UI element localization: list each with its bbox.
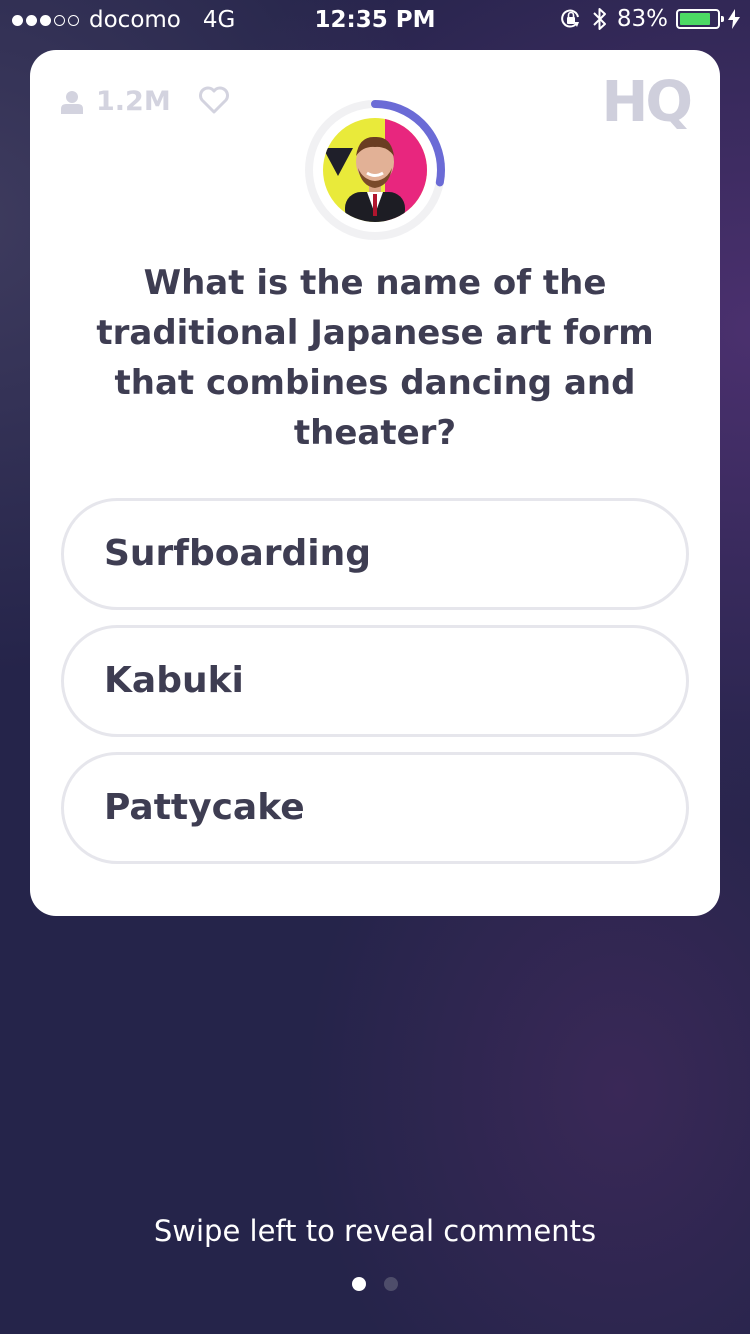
heart-icon[interactable] xyxy=(198,86,230,114)
battery-level xyxy=(680,13,710,25)
person-icon xyxy=(61,90,83,114)
battery-icon xyxy=(676,9,724,29)
answer-option-3[interactable]: Pattycake xyxy=(61,752,689,864)
charging-bolt-icon xyxy=(728,9,740,29)
battery-cap xyxy=(721,16,724,22)
swipe-hint: Swipe left to reveal comments xyxy=(153,1214,597,1248)
status-bar: docomo 4G 12:35 PM 83% xyxy=(0,0,750,40)
status-right: 83% xyxy=(559,6,740,32)
page-indicator[interactable] xyxy=(0,1277,750,1291)
page-dot-2[interactable] xyxy=(384,1277,398,1291)
answer-option-1[interactable]: Surfboarding xyxy=(61,498,689,610)
viewer-count: 1.2M xyxy=(60,86,171,117)
page-dot-1[interactable] xyxy=(352,1277,366,1291)
orientation-lock-icon xyxy=(561,9,579,28)
answer-option-2[interactable]: Kabuki xyxy=(61,625,689,737)
viewer-count-value: 1.2M xyxy=(96,86,171,117)
host-avatar xyxy=(323,118,427,222)
question-card: 1.2M HQ What is the name of the traditio… xyxy=(30,50,720,916)
bluetooth-icon xyxy=(593,8,606,30)
question-text: What is the name of the traditional Japa… xyxy=(96,263,654,453)
battery-percent: 83% xyxy=(616,6,668,32)
host-portrait xyxy=(323,118,427,222)
hq-logo: HQ xyxy=(601,70,694,135)
countdown-timer xyxy=(302,97,448,243)
